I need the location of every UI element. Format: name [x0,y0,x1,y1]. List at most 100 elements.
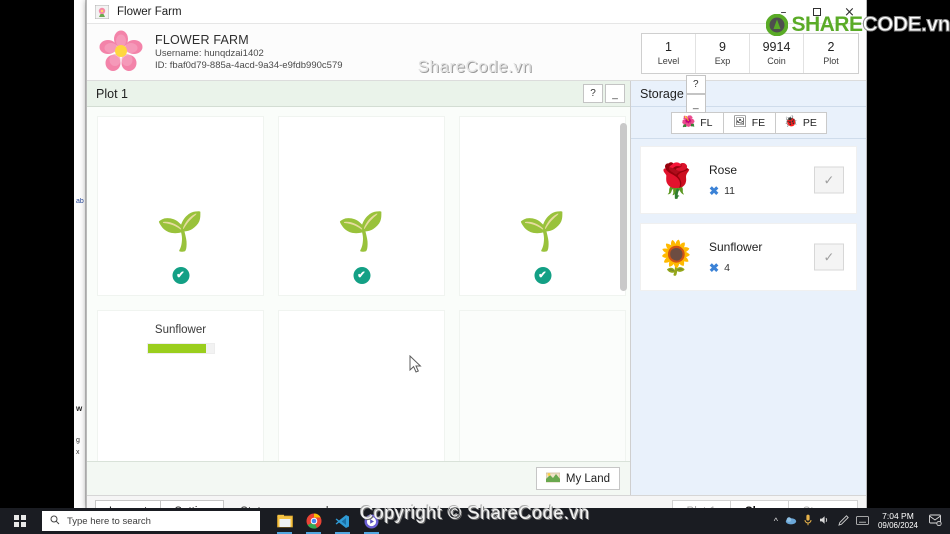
main-body: Plot 1 ? _ 🌱 ✔ 🌱 ✔ 🌱 ✔ Sunflower My Land… [87,74,866,495]
search-placeholder: Type here to search [67,515,151,527]
start-button[interactable] [0,508,40,534]
storage-help-button[interactable]: ? [685,74,706,94]
close-button[interactable]: × [833,0,866,24]
account-header: FLOWER FARM Username: hunqdzai1402 ID: f… [87,24,866,81]
multiply-icon: ✖ [709,183,720,198]
plot-cell-3[interactable]: 🌱 ✔ [459,116,626,296]
growth-progress-fill [147,344,206,353]
storage-item-select-checkbox[interactable]: ✓ [814,243,844,271]
plot-cell-4[interactable]: Sunflower [97,310,264,461]
storage-tabs: 🌺 FL 🖼 FE 🐞 PE [631,107,866,139]
plot-panel-title: Plot 1 [96,86,128,101]
window-title: Flower Farm [117,5,182,18]
land-icon [545,471,561,486]
harvest-ready-badge[interactable]: ✔ [353,267,370,284]
harvest-ready-badge[interactable]: ✔ [172,267,189,284]
plot-panel-header: Plot 1 ? _ [87,81,630,107]
search-input[interactable]: Type here to search [42,511,260,531]
clock-date: 09/06/2024 [877,521,918,530]
multiply-icon: ✖ [709,260,720,275]
storage-item-meta: Sunflower ✖ 4 [709,240,762,275]
storage-tab-pe[interactable]: 🐞 PE [774,111,827,134]
plot-help-button[interactable]: ? [583,84,603,103]
microphone-icon[interactable] [804,514,812,528]
seedling-icon: 🌱 [518,211,567,253]
plot-scrollbar-thumb[interactable] [620,123,627,291]
system-tray: ^ 7:04 PM 09/06/2024 [774,511,942,531]
user-id-label: ID: fbaf0d79-885a-4acd-9a34-e9fdb990c579 [155,60,343,71]
plot-cell-5[interactable] [278,310,445,461]
storage-item-select-checkbox[interactable]: ✓ [814,166,844,194]
rose-icon: 🌹 [655,161,697,199]
my-land-button[interactable]: My Land [535,467,620,490]
avatar [98,29,144,75]
storage-item-list: 🌹 Rose ✖ 11 ✓ 🌻 Sunflower ✖ 4 ✓ [631,139,866,495]
account-info: FLOWER FARM Username: hunqdzai1402 ID: f… [155,33,343,71]
flower-icon: 🌺 [681,116,696,128]
keyboard-icon[interactable] [856,515,869,527]
storage-tab-fe[interactable]: 🖼 FE [722,111,775,134]
stat-coin-value: 9914 [762,40,791,54]
plot-minimize-button[interactable]: _ [605,84,625,103]
pen-icon[interactable] [838,514,849,528]
cloud-sync-icon[interactable] [785,515,797,527]
storage-item-meta: Rose ✖ 11 [709,163,737,198]
storage-tab-fe-label: FE [751,116,766,129]
plot-cell-6[interactable] [459,310,626,461]
stat-level: 1 Level [642,34,696,73]
screen: ab w g x ources:2.3.1:resources (default… [0,0,950,534]
taskbar-app-icons [276,513,380,534]
tray-expand-icon[interactable]: ^ [774,516,778,526]
sunflower-icon: 🌻 [655,238,697,276]
storage-item-sunflower[interactable]: 🌻 Sunflower ✖ 4 ✓ [640,223,857,291]
storage-item-qty-value: 4 [724,261,730,274]
stat-exp-value: 9 [719,40,726,54]
maximize-button[interactable] [800,0,833,24]
frame-icon: 🖼 [732,116,747,128]
stat-plot-label: Plot [823,56,839,66]
media-player-icon[interactable] [363,513,380,534]
seedling-icon: 🌱 [337,211,386,253]
storage-tab-pe-label: PE [802,116,817,129]
storage-item-rose[interactable]: 🌹 Rose ✖ 11 ✓ [640,146,857,214]
minimize-button[interactable]: – [767,0,800,24]
stat-level-label: Level [657,56,680,66]
plot-panel: Plot 1 ? _ 🌱 ✔ 🌱 ✔ 🌱 ✔ Sunflower My Land [87,81,631,495]
storage-tab-fl-label: FL [700,116,713,129]
storage-item-quantity: ✖ 11 [709,184,737,198]
window-controls: – × [767,0,866,24]
storage-panel-buttons: ? _ [684,74,706,113]
storage-minimize-button[interactable]: _ [685,93,706,113]
storage-item-name: Rose [709,162,738,177]
storage-tab-fl[interactable]: 🌺 FL [670,111,723,134]
stat-coin: 9914 Coin [750,34,804,73]
storage-panel-title: Storage [640,86,684,101]
window-titlebar[interactable]: Flower Farm – × [87,0,866,24]
taskbar-clock[interactable]: 7:04 PM 09/06/2024 [878,511,918,531]
windows-icon [14,515,26,527]
stat-plot-value: 2 [827,40,835,54]
my-land-label: My Land [565,472,610,485]
background-window-sliver[interactable] [74,0,86,508]
stat-level-value: 1 [665,40,672,54]
volume-icon[interactable] [819,515,831,527]
growth-progress-bar [146,343,215,354]
chrome-icon[interactable] [305,513,322,534]
file-explorer-icon[interactable] [276,513,293,534]
notification-center-icon[interactable] [929,514,942,529]
stat-exp-label: Exp [714,56,731,66]
plot-scroll-area[interactable]: 🌱 ✔ 🌱 ✔ 🌱 ✔ Sunflower [87,107,630,461]
app-icon [94,4,110,20]
storage-item-name: Sunflower [709,239,763,254]
clock-time: 7:04 PM [882,511,914,521]
stats-bar: 1 Level 9 Exp 9914 Coin 2 Plot [641,33,859,74]
stat-exp: 9 Exp [696,34,750,73]
vscode-icon[interactable] [334,513,351,534]
plot-cell-2[interactable]: 🌱 ✔ [278,116,445,296]
bug-icon: 🐞 [784,116,798,128]
search-icon [50,515,60,528]
storage-panel: Storage ? _ 🌺 FL 🖼 FE 🐞 PE 🌹 Rose ✖ 11 ✓… [631,74,866,495]
plot-cell-1[interactable]: 🌱 ✔ [97,116,264,296]
seedling-icon: 🌱 [156,211,205,253]
harvest-ready-badge[interactable]: ✔ [534,267,551,284]
